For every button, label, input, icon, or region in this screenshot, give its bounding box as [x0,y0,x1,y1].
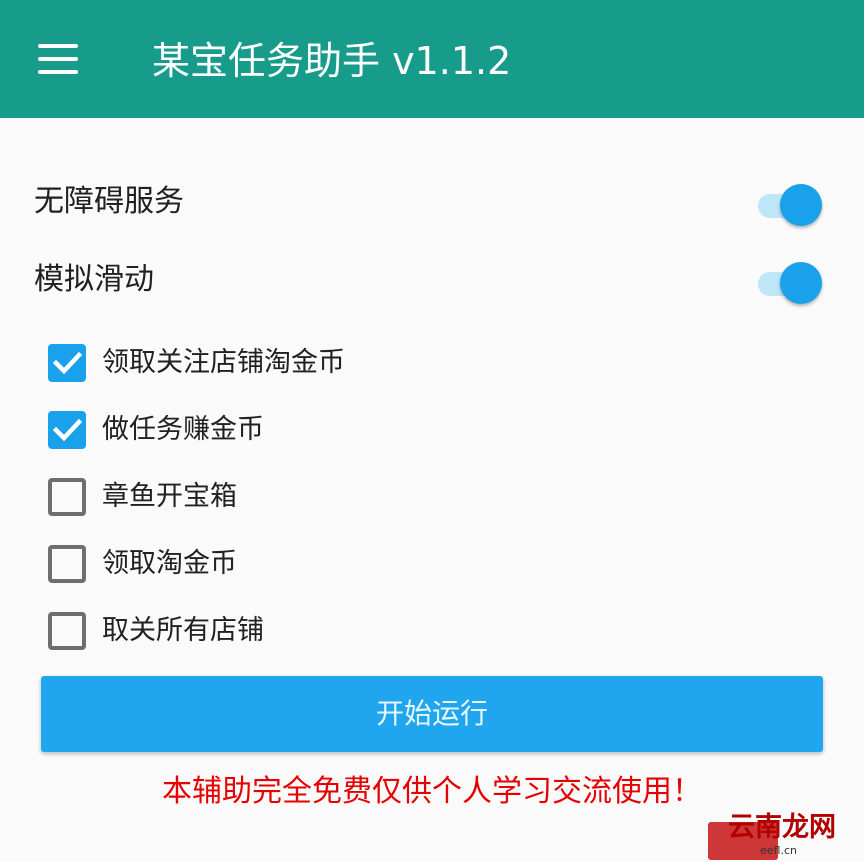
watermark-text: 云南龙网 [728,812,836,843]
checkbox-label: 做任务赚金币 [102,414,264,445]
task-checkbox-octopus-chest[interactable]: 章鱼开宝箱 [0,467,864,527]
checkbox-unchecked-icon[interactable] [48,478,86,516]
watermark-logo: 云南龙网 eefl.cn [708,810,864,862]
app-bar: 某宝任务助手 v1.1.2 [0,0,864,118]
switch-label: 模拟滑动 [34,262,154,297]
switch-row-simulate-swipe: 模拟滑动 [0,250,864,310]
task-checkbox-claim-coins[interactable]: 领取淘金币 [0,534,864,594]
checkbox-label: 取关所有店铺 [102,615,264,646]
task-checkbox-follow-shop-coins[interactable]: 领取关注店铺淘金币 [0,333,864,393]
checkbox-unchecked-icon[interactable] [48,612,86,650]
checkbox-label: 章鱼开宝箱 [102,481,237,512]
checkbox-unchecked-icon[interactable] [48,545,86,583]
watermark-domain: eefl.cn [760,844,797,857]
checkbox-label: 领取淘金币 [102,548,237,579]
disclaimer-text: 本辅助完全免费仅供个人学习交流使用！ [162,774,702,809]
hamburger-menu-icon[interactable] [38,44,78,74]
task-checkbox-unfollow-all[interactable]: 取关所有店铺 [0,601,864,661]
toggle-thumb [780,262,822,304]
app-title: 某宝任务助手 v1.1.2 [152,39,512,83]
toggle-thumb [780,184,822,226]
start-run-button[interactable]: 开始运行 [41,676,823,752]
switch-row-accessibility: 无障碍服务 [0,172,864,232]
checkbox-label: 领取关注店铺淘金币 [102,347,345,378]
checkbox-checked-icon[interactable] [48,411,86,449]
switch-label: 无障碍服务 [34,184,184,219]
checkbox-checked-icon[interactable] [48,344,86,382]
accessibility-service-toggle[interactable] [756,182,824,226]
simulate-swipe-toggle[interactable] [756,260,824,304]
task-checkbox-earn-coins[interactable]: 做任务赚金币 [0,400,864,460]
